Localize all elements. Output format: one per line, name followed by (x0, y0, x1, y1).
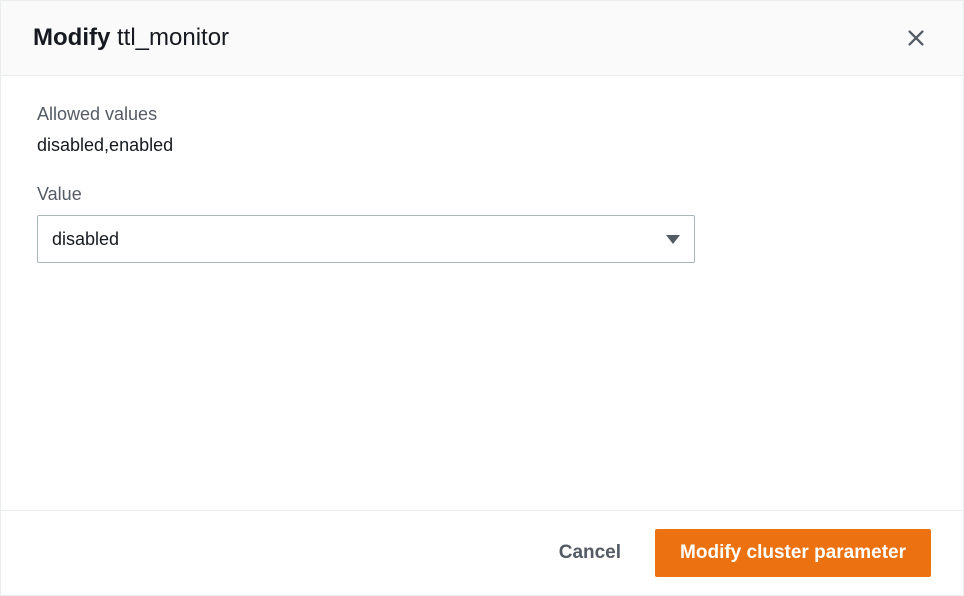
cancel-button[interactable]: Cancel (549, 530, 631, 576)
modal-header: Modify ttl_monitor (1, 1, 963, 76)
modal-footer: Cancel Modify cluster parameter (1, 510, 963, 595)
modal-body: Allowed values disabled,enabled Value di… (1, 76, 963, 510)
value-select-wrapper: disabled (37, 215, 695, 263)
close-icon (905, 27, 927, 49)
allowed-values-label: Allowed values (37, 104, 927, 125)
allowed-values-text: disabled,enabled (37, 135, 927, 156)
value-select-text: disabled (52, 229, 119, 250)
submit-button[interactable]: Modify cluster parameter (655, 529, 931, 577)
modify-parameter-modal: Modify ttl_monitor Allowed values disabl… (0, 0, 964, 596)
close-button[interactable] (901, 23, 931, 53)
value-label: Value (37, 184, 927, 205)
value-select[interactable]: disabled (37, 215, 695, 263)
modal-title-prefix: Modify (33, 24, 110, 51)
modal-title: Modify ttl_monitor (33, 24, 229, 52)
modal-title-param: ttl_monitor (117, 24, 229, 51)
